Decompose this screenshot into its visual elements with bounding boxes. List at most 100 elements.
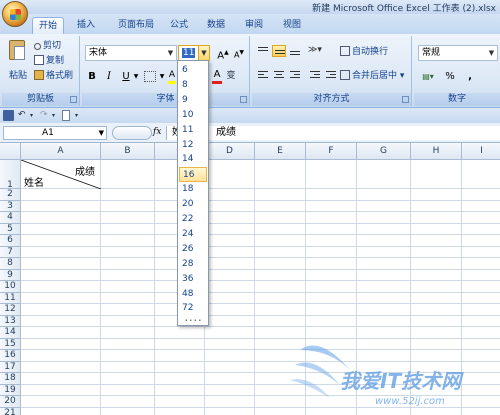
row-header-3[interactable]: 3 bbox=[0, 200, 21, 212]
column-header-a[interactable]: A bbox=[21, 143, 101, 160]
tab-home[interactable]: 开始 bbox=[32, 17, 64, 34]
dropdown-grip-icon[interactable]: • • • • bbox=[179, 319, 207, 324]
font-name-combo[interactable]: 宋体 ▼ bbox=[85, 45, 177, 61]
underline-button[interactable]: U bbox=[120, 69, 132, 84]
column-header-b[interactable]: B bbox=[101, 143, 155, 160]
tab-page-layout[interactable]: 页面布局 bbox=[110, 17, 162, 34]
font-size-option-48[interactable]: 48 bbox=[179, 287, 207, 302]
spreadsheet-grid[interactable]: ABCDEFGHI 123456789101112131415161718192… bbox=[0, 143, 500, 415]
chevron-down-icon[interactable]: ▼ bbox=[158, 69, 166, 84]
copy-button[interactable]: 复制 bbox=[34, 54, 64, 68]
shrink-font-button[interactable]: A▼ bbox=[232, 45, 246, 60]
fill-color-icon[interactable]: A bbox=[168, 69, 176, 84]
undo-icon[interactable]: ↶ bbox=[18, 110, 29, 121]
row-header-4[interactable]: 4 bbox=[0, 212, 21, 224]
increase-indent-icon[interactable] bbox=[324, 69, 338, 81]
row-header-12[interactable]: 12 bbox=[0, 304, 21, 316]
font-size-option-10[interactable]: 10 bbox=[179, 108, 207, 123]
tab-insert[interactable]: 插入 bbox=[72, 17, 100, 34]
office-button[interactable] bbox=[2, 1, 28, 27]
tab-view[interactable]: 视图 bbox=[278, 17, 306, 34]
column-header-g[interactable]: G bbox=[357, 143, 411, 160]
column-header-d[interactable]: D bbox=[205, 143, 255, 160]
font-size-option-36[interactable]: 36 bbox=[179, 272, 207, 287]
row-header-18[interactable]: 18 bbox=[0, 373, 21, 385]
select-all-corner[interactable] bbox=[0, 143, 21, 160]
chevron-down-icon[interactable]: ▼ bbox=[198, 46, 209, 60]
border-icon[interactable] bbox=[144, 71, 156, 82]
tab-formulas[interactable]: 公式 bbox=[164, 17, 194, 34]
customize-toolbar-icon[interactable]: ▾ bbox=[75, 110, 86, 121]
number-format-combo[interactable]: 常规 ▼ bbox=[418, 45, 498, 61]
font-size-option-28[interactable]: 28 bbox=[179, 257, 207, 272]
save-icon[interactable] bbox=[3, 110, 14, 121]
fx-icon[interactable]: fx bbox=[153, 127, 161, 137]
redo-icon[interactable]: ↷ bbox=[40, 110, 51, 121]
row-header-19[interactable]: 19 bbox=[0, 384, 21, 396]
align-top-icon[interactable] bbox=[256, 45, 270, 57]
percent-button[interactable]: % bbox=[444, 69, 456, 84]
row-header-21[interactable]: 21 bbox=[0, 407, 21, 415]
bold-button[interactable]: B bbox=[86, 69, 98, 84]
row-header-9[interactable]: 9 bbox=[0, 269, 21, 281]
font-size-option-18[interactable]: 18 bbox=[179, 182, 207, 197]
tab-review[interactable]: 审阅 bbox=[240, 17, 268, 34]
column-header-i[interactable]: I bbox=[462, 143, 500, 160]
font-size-option-12[interactable]: 12 bbox=[179, 138, 207, 153]
grow-font-button[interactable]: A▲ bbox=[216, 45, 230, 61]
decrease-indent-icon[interactable] bbox=[308, 69, 322, 81]
row-header-16[interactable]: 16 bbox=[0, 350, 21, 362]
row-header-13[interactable]: 13 bbox=[0, 315, 21, 327]
font-launcher-icon[interactable] bbox=[240, 96, 247, 103]
font-size-option-8[interactable]: 8 bbox=[179, 78, 207, 93]
row-header-14[interactable]: 14 bbox=[0, 327, 21, 339]
clipboard-launcher-icon[interactable] bbox=[70, 96, 77, 103]
font-size-option-16[interactable]: 16 bbox=[179, 167, 207, 183]
row-header-20[interactable]: 20 bbox=[0, 396, 21, 408]
align-middle-icon[interactable] bbox=[272, 45, 286, 57]
paste-button[interactable]: 粘贴 bbox=[6, 38, 30, 88]
formula-input[interactable]: 姓成绩 bbox=[166, 126, 500, 140]
comma-button[interactable]: , bbox=[464, 69, 476, 84]
row-header-17[interactable]: 17 bbox=[0, 361, 21, 373]
align-left-icon[interactable] bbox=[256, 69, 270, 81]
align-bottom-icon[interactable] bbox=[288, 45, 302, 57]
cut-button[interactable]: 剪切 bbox=[34, 39, 61, 53]
row-header-15[interactable]: 15 bbox=[0, 338, 21, 350]
font-size-option-11[interactable]: 11 bbox=[179, 123, 207, 138]
tab-data[interactable]: 数据 bbox=[202, 17, 230, 34]
column-header-e[interactable]: E bbox=[255, 143, 306, 160]
row-header-2[interactable]: 2 bbox=[0, 189, 21, 201]
font-size-option-22[interactable]: 22 bbox=[179, 212, 207, 227]
formula-controls[interactable] bbox=[112, 126, 152, 140]
align-right-icon[interactable] bbox=[288, 69, 302, 81]
font-size-option-14[interactable]: 14 bbox=[179, 152, 207, 167]
column-header-f[interactable]: F bbox=[306, 143, 357, 160]
row-header-6[interactable]: 6 bbox=[0, 235, 21, 247]
format-painter-button[interactable]: 格式刷 bbox=[34, 69, 73, 83]
row-header-5[interactable]: 5 bbox=[0, 223, 21, 235]
font-size-option-26[interactable]: 26 bbox=[179, 242, 207, 257]
new-document-icon[interactable] bbox=[62, 110, 70, 121]
font-color-icon[interactable]: A bbox=[212, 69, 222, 84]
font-size-combo[interactable]: 11 ▼ bbox=[178, 45, 210, 61]
alignment-launcher-icon[interactable] bbox=[402, 96, 409, 103]
font-size-option-72[interactable]: 72 bbox=[179, 301, 207, 316]
chevron-down-icon[interactable]: ▼ bbox=[132, 69, 140, 84]
row-header-7[interactable]: 7 bbox=[0, 246, 21, 258]
font-size-option-20[interactable]: 20 bbox=[179, 197, 207, 212]
font-size-option-24[interactable]: 24 bbox=[179, 227, 207, 242]
currency-icon[interactable]: ▤▾ bbox=[420, 69, 436, 84]
row-header-1[interactable]: 1 bbox=[0, 160, 21, 190]
font-size-option-9[interactable]: 9 bbox=[179, 93, 207, 108]
merge-center-button[interactable]: 合并后居中 ▾ bbox=[340, 69, 404, 83]
orientation-icon[interactable]: ≫▾ bbox=[308, 45, 322, 57]
column-header-h[interactable]: H bbox=[411, 143, 462, 160]
row-header-10[interactable]: 10 bbox=[0, 281, 21, 293]
name-box[interactable]: A1 ▼ bbox=[3, 126, 107, 140]
row-header-11[interactable]: 11 bbox=[0, 292, 21, 304]
italic-button[interactable]: I bbox=[103, 69, 115, 84]
wrap-text-button[interactable]: 自动换行 bbox=[340, 45, 388, 59]
font-size-dropdown[interactable]: 6 8 9 10 11 12 14 16 18 20 22 24 26 28 36 48 72 • • • • bbox=[177, 60, 209, 326]
row-header-8[interactable]: 8 bbox=[0, 258, 21, 270]
